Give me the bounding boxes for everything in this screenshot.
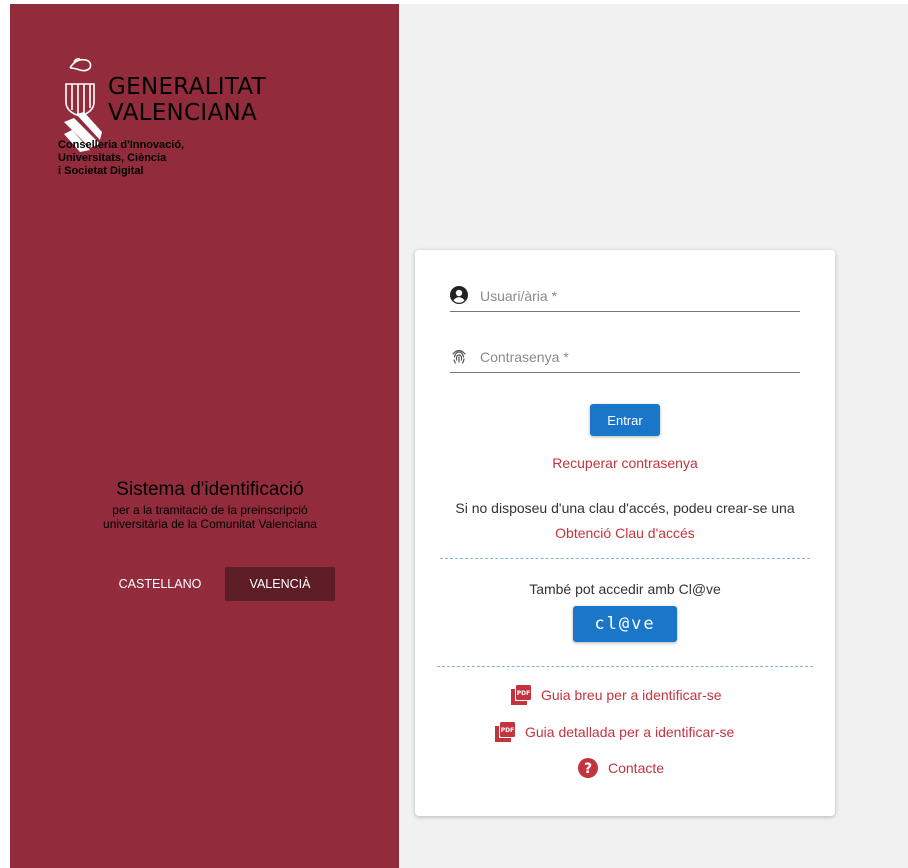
password-input[interactable] [480,345,795,369]
system-title: Sistema d'identificació [116,479,304,500]
language-valencia-button[interactable]: VALENCIÀ [225,567,335,601]
login-card: Entrar Recuperar contrasenya Si no dispo… [415,250,835,816]
fingerprint-icon [452,349,466,364]
recover-password-link[interactable]: Recuperar contrasenya [415,455,835,471]
department-line2: Universitats, Ciència [58,152,167,164]
system-subtitle-line2: universitària de la Comunitat Valenciana [103,517,317,531]
divider [440,558,810,559]
brand-name: GENERALITAT VALENCIANA [108,74,266,126]
svg-text:?: ? [584,761,592,777]
brand-name-line1: GENERALITAT [108,74,267,100]
system-subtitle-line1: per a la tramitació de la preinscripció [112,503,308,517]
clave-access-text: També pot accedir amb Cl@ve [529,581,721,597]
svg-text:PDF: PDF [501,727,514,734]
department-line1: Conselleria d'Innovació, [58,139,185,151]
clave-login-button[interactable]: cl@ve [573,606,677,642]
login-submit-button[interactable]: Entrar [590,404,660,436]
login-page: GENERALITAT VALENCIANA Conselleria d'Inn… [0,0,908,868]
pdf-file-icon: PDF [511,685,531,705]
department-line3: i Societat Digital [58,165,144,177]
language-castellano-button[interactable]: CASTELLANO [106,567,214,601]
question-circle-icon: ? [578,758,598,778]
user-circle-icon [450,286,468,304]
department-name: Conselleria d'Innovació, Universitats, C… [58,139,184,178]
password-field [450,343,800,373]
svg-text:PDF: PDF [517,690,530,697]
short-guide-link[interactable]: PDF Guia breu per a identificar-se [511,684,722,706]
contact-label: Contacte [608,760,665,776]
pdf-file-icon: PDF [495,722,515,742]
contact-link[interactable]: ? Contacte [578,757,664,779]
username-input[interactable] [480,284,795,308]
no-access-key-text: Si no disposeu d'una clau d'accés, podeu… [455,500,795,516]
short-guide-label: Guia breu per a identificar-se [541,687,722,703]
obtain-access-key-link[interactable]: Obtenció Clau d'accés [415,525,835,541]
detailed-guide-link[interactable]: PDF Guia detallada per a identificar-se [495,721,734,743]
system-subtitle: per a la tramitació de la preinscripció … [0,503,420,531]
divider [437,666,813,667]
username-field [450,282,800,312]
detailed-guide-label: Guia detallada per a identificar-se [525,724,735,740]
brand-name-line2: VALENCIANA [108,100,258,126]
